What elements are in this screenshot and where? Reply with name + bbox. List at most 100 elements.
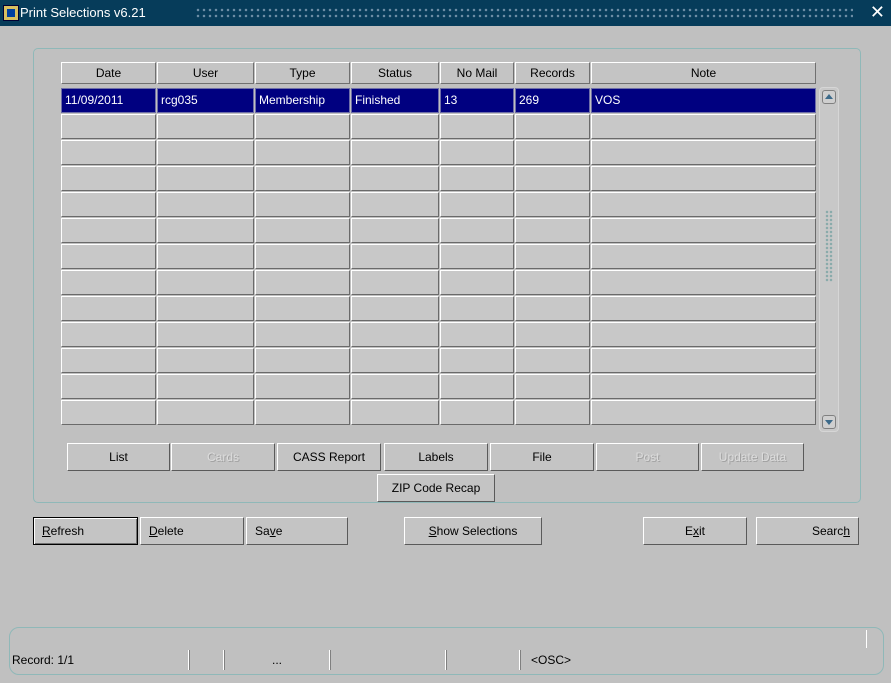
table-cell-status[interactable] — [351, 348, 439, 373]
table-cell-user[interactable] — [157, 296, 254, 321]
table-cell-no-mail[interactable] — [440, 192, 514, 217]
column-header-type[interactable]: Type — [255, 62, 350, 84]
table-cell-type[interactable] — [255, 400, 350, 425]
table-cell-date[interactable] — [61, 140, 156, 165]
table-cell-records[interactable] — [515, 270, 590, 295]
table-cell-status[interactable] — [351, 270, 439, 295]
table-cell-status[interactable] — [351, 296, 439, 321]
table-cell-type[interactable] — [255, 218, 350, 243]
table-cell-no-mail[interactable] — [440, 374, 514, 399]
column-header-no-mail[interactable]: No Mail — [440, 62, 514, 84]
table-cell-records[interactable] — [515, 374, 590, 399]
table-cell-user[interactable] — [157, 166, 254, 191]
table-cell-note[interactable] — [591, 400, 816, 425]
cass-report-button[interactable]: CASS Report — [277, 443, 381, 471]
table-cell-note[interactable] — [591, 192, 816, 217]
table-cell-status[interactable] — [351, 244, 439, 269]
table-cell-status[interactable] — [351, 218, 439, 243]
table-cell-note[interactable] — [591, 322, 816, 347]
table-cell-type[interactable] — [255, 270, 350, 295]
list-button[interactable]: List — [67, 443, 170, 471]
vertical-scrollbar[interactable] — [819, 87, 839, 432]
save-button[interactable]: Save — [246, 517, 348, 545]
table-cell-status[interactable] — [351, 192, 439, 217]
table-cell-no-mail[interactable] — [440, 322, 514, 347]
update-data-button[interactable]: Update Data — [701, 443, 804, 471]
table-cell-status[interactable] — [351, 114, 439, 139]
cards-button[interactable]: Cards — [171, 443, 275, 471]
table-cell-records[interactable]: 269 — [515, 88, 590, 113]
delete-button[interactable]: Delete — [140, 517, 244, 545]
table-cell-type[interactable] — [255, 192, 350, 217]
table-cell-records[interactable] — [515, 218, 590, 243]
table-cell-date[interactable]: 11/09/2011 — [61, 88, 156, 113]
table-cell-user[interactable] — [157, 114, 254, 139]
table-cell-status[interactable] — [351, 140, 439, 165]
table-cell-user[interactable] — [157, 270, 254, 295]
table-cell-no-mail[interactable] — [440, 140, 514, 165]
table-cell-date[interactable] — [61, 400, 156, 425]
table-cell-note[interactable] — [591, 114, 816, 139]
table-cell-date[interactable] — [61, 348, 156, 373]
table-cell-status[interactable] — [351, 166, 439, 191]
table-cell-type[interactable]: Membership — [255, 88, 350, 113]
scroll-down-icon[interactable] — [822, 415, 836, 429]
table-cell-records[interactable] — [515, 166, 590, 191]
table-cell-records[interactable] — [515, 322, 590, 347]
table-cell-status[interactable] — [351, 400, 439, 425]
table-cell-records[interactable] — [515, 192, 590, 217]
table-cell-note[interactable] — [591, 166, 816, 191]
table-cell-records[interactable] — [515, 296, 590, 321]
table-cell-no-mail[interactable] — [440, 270, 514, 295]
post-button[interactable]: Post — [596, 443, 699, 471]
column-header-note[interactable]: Note — [591, 62, 816, 84]
show-selections-button[interactable]: Show Selections — [404, 517, 542, 545]
table-cell-status[interactable]: Finished — [351, 88, 439, 113]
table-cell-no-mail[interactable] — [440, 400, 514, 425]
table-cell-no-mail[interactable] — [440, 114, 514, 139]
table-cell-type[interactable] — [255, 296, 350, 321]
table-cell-no-mail[interactable] — [440, 296, 514, 321]
exit-button[interactable]: Exit — [643, 517, 747, 545]
table-cell-note[interactable] — [591, 244, 816, 269]
table-cell-type[interactable] — [255, 244, 350, 269]
table-cell-date[interactable] — [61, 374, 156, 399]
table-cell-user[interactable] — [157, 322, 254, 347]
table-cell-user[interactable]: rcg035 — [157, 88, 254, 113]
table-cell-records[interactable] — [515, 348, 590, 373]
table-cell-status[interactable] — [351, 322, 439, 347]
column-header-records[interactable]: Records — [515, 62, 590, 84]
table-cell-records[interactable] — [515, 140, 590, 165]
table-cell-note[interactable] — [591, 270, 816, 295]
table-cell-user[interactable] — [157, 400, 254, 425]
table-cell-note[interactable] — [591, 296, 816, 321]
table-cell-date[interactable] — [61, 296, 156, 321]
table-cell-note[interactable] — [591, 140, 816, 165]
table-cell-no-mail[interactable]: 13 — [440, 88, 514, 113]
table-cell-type[interactable] — [255, 374, 350, 399]
table-cell-date[interactable] — [61, 166, 156, 191]
table-cell-date[interactable] — [61, 270, 156, 295]
table-cell-user[interactable] — [157, 140, 254, 165]
file-button[interactable]: File — [490, 443, 594, 471]
table-cell-type[interactable] — [255, 322, 350, 347]
table-cell-note[interactable] — [591, 218, 816, 243]
close-icon[interactable]: ✕ — [870, 2, 885, 22]
table-cell-date[interactable] — [61, 322, 156, 347]
title-bar[interactable]: Print Selections v6.21 ✕ — [0, 0, 891, 26]
table-cell-type[interactable] — [255, 140, 350, 165]
table-cell-user[interactable] — [157, 192, 254, 217]
table-cell-date[interactable] — [61, 114, 156, 139]
table-cell-date[interactable] — [61, 218, 156, 243]
table-cell-records[interactable] — [515, 400, 590, 425]
table-cell-type[interactable] — [255, 348, 350, 373]
table-cell-user[interactable] — [157, 244, 254, 269]
zip-code-recap-button[interactable]: ZIP Code Recap — [377, 474, 495, 502]
table-cell-no-mail[interactable] — [440, 218, 514, 243]
table-cell-no-mail[interactable] — [440, 348, 514, 373]
table-cell-user[interactable] — [157, 218, 254, 243]
scroll-up-icon[interactable] — [822, 90, 836, 104]
table-cell-records[interactable] — [515, 114, 590, 139]
search-button[interactable]: Search — [756, 517, 859, 545]
table-cell-user[interactable] — [157, 374, 254, 399]
